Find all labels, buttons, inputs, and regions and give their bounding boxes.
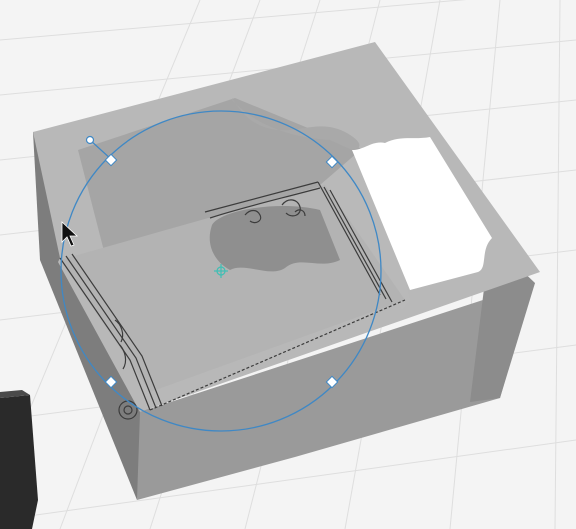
box-model[interactable] — [33, 42, 540, 500]
floor-shadow — [209, 205, 340, 272]
3d-viewport[interactable] — [0, 0, 576, 529]
rotate-handle[interactable] — [85, 135, 95, 145]
scene-canvas[interactable] — [0, 0, 576, 529]
side-panel — [0, 390, 38, 529]
